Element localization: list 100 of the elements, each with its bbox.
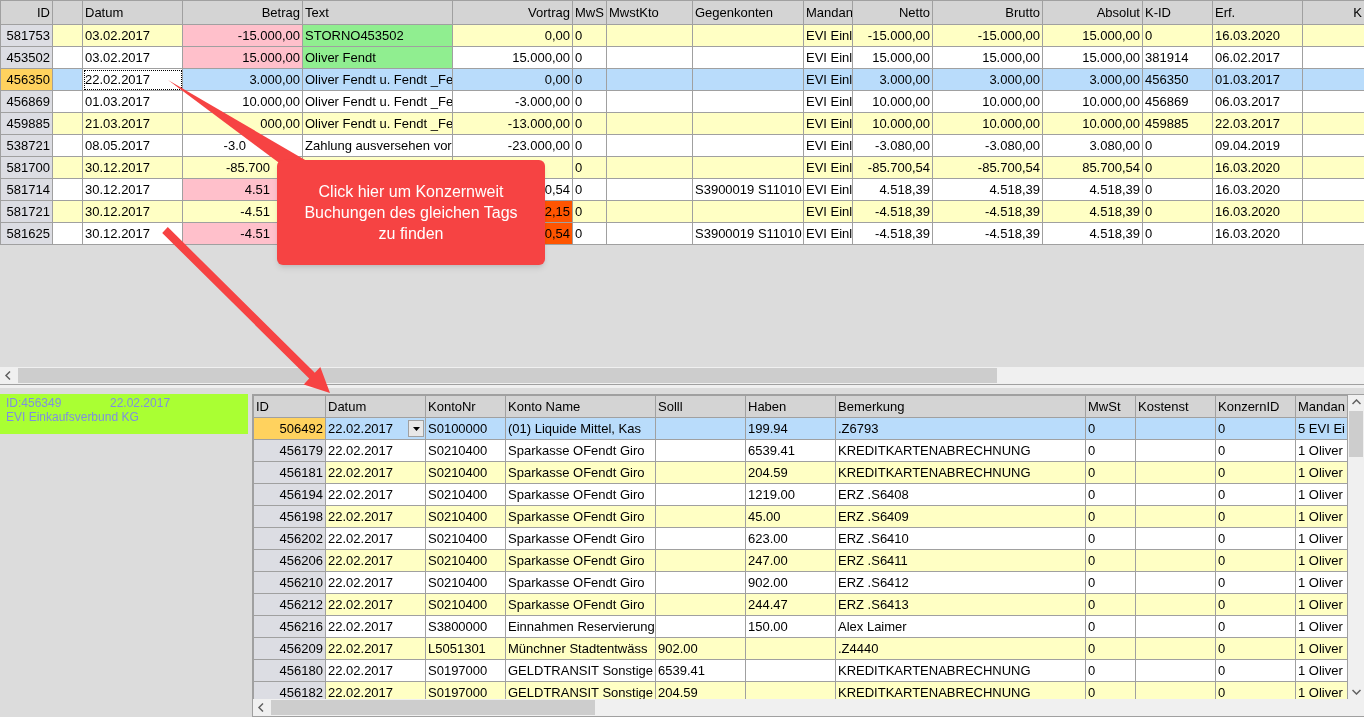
row-id-cell: 456216 <box>253 615 326 638</box>
row-id-cell: 581721 <box>0 200 53 223</box>
table-cell: Einnahmen Reservierung <box>505 615 656 638</box>
table-cell: ERZ .S6411 <box>835 549 1086 572</box>
table-row[interactable]: 456206 22.02.2017 S0210400 Sparkasse OFendt Giro 247.00 ERZ .S6411 0 0 1 Oliver <box>253 549 1348 572</box>
table-cell: Sparkasse OFendt Giro <box>505 571 656 594</box>
row-id-cell: 581625 <box>0 222 53 245</box>
row-id-cell: 456198 <box>253 505 326 528</box>
column-header[interactable]: MwSt <box>1085 395 1136 418</box>
table-row[interactable]: 456181 22.02.2017 S0210400 Sparkasse OFendt Giro 204.59 KREDITKARTENABRECHNUNG 0 0 1 Oliver <box>253 461 1348 484</box>
table-cell: Sparkasse OFendt Giro <box>505 549 656 572</box>
company-name: EVI Einkaufsverbund KG <box>6 410 140 424</box>
column-header[interactable]: Bemerkung <box>835 395 1086 418</box>
table-cell: ERZ .S6408 <box>835 483 1086 506</box>
column-header[interactable]: KonzernID <box>1215 395 1296 418</box>
column-header[interactable]: Kostenst <box>1135 395 1216 418</box>
scroll-up-icon[interactable] <box>1352 399 1361 405</box>
table-cell: Sparkasse OFendt Giro <box>505 527 656 550</box>
row-id-cell: 456209 <box>253 637 326 660</box>
table-row[interactable]: 456179 22.02.2017 S0210400 Sparkasse OFendt Giro 6539.41 KREDITKARTENABRECHNUNG 0 0 1 Oliver <box>253 439 1348 462</box>
column-header[interactable]: MwstKto <box>606 0 693 25</box>
table-cell: (01) Liquide Mittel, Kas <box>505 417 656 440</box>
table-cell: Sparkasse OFendt Giro <box>505 593 656 616</box>
column-header[interactable]: Mandan <box>803 0 853 25</box>
table-row[interactable]: 456210 22.02.2017 S0210400 Sparkasse OFendt Giro 902.00 ERZ .S6412 0 0 1 Oliver <box>253 571 1348 594</box>
table-cell: KREDITKARTENABRECHNUNG <box>835 659 1086 682</box>
column-header[interactable]: Konto Name <box>505 395 656 418</box>
scrollbar-thumb[interactable] <box>1349 411 1363 457</box>
table-cell: Oliver Fendt <box>302 46 453 69</box>
column-header[interactable]: MwS <box>572 0 607 25</box>
table-cell: STORNO453502 <box>302 24 453 47</box>
table-row[interactable]: 456194 22.02.2017 S0210400 Sparkasse OFendt Giro 1219.00 ERZ .S6408 0 0 1 Oliver <box>253 483 1348 506</box>
record-date: 22.02.2017 <box>110 396 171 410</box>
column-header[interactable]: Vortrag <box>452 0 573 25</box>
row-id-cell: 506492 <box>253 417 326 440</box>
table-row[interactable]: 456209 22.02.2017 L5051301 Münchner Stadtentwäss 902.00 .Z4440 0 0 1 Oliver <box>253 637 1348 660</box>
table-cell: Sparkasse OFendt Giro <box>505 483 656 506</box>
row-id-cell: 456179 <box>253 439 326 462</box>
column-header[interactable]: KontoNr <box>425 395 506 418</box>
table-cell: KREDITKARTENABRECHNUNG <box>835 461 1086 484</box>
column-header[interactable]: Text <box>302 0 453 25</box>
column-header[interactable]: K <box>1302 0 1364 25</box>
column-header[interactable]: Erf. <box>1212 0 1303 25</box>
vertical-scrollbar[interactable] <box>1348 395 1364 699</box>
table-cell: Sparkasse OFendt Giro <box>505 461 656 484</box>
table-cell: Sparkasse OFendt Giro <box>505 505 656 528</box>
table-cell: ERZ .S6413 <box>835 593 1086 616</box>
column-header[interactable]: Haben <box>745 395 836 418</box>
record-id: ID:456349 <box>6 396 63 410</box>
table-cell: .Z4440 <box>835 637 1086 660</box>
row-id-cell: 581714 <box>0 178 53 201</box>
column-header[interactable]: Solll <box>655 395 746 418</box>
column-header[interactable]: Mandan <box>1295 395 1348 418</box>
scroll-down-icon[interactable] <box>1352 689 1361 695</box>
table-cell: Münchner Stadtentwäss <box>505 637 656 660</box>
scrollbar-thumb[interactable] <box>18 368 997 383</box>
table-row[interactable]: 456202 22.02.2017 S0210400 Sparkasse OFendt Giro 623.00 ERZ .S6410 0 0 1 Oliver <box>253 527 1348 550</box>
table-cell: ERZ .S6410 <box>835 527 1086 550</box>
scroll-left-icon[interactable] <box>257 703 265 712</box>
row-id-cell: 581753 <box>0 24 53 47</box>
table-row[interactable]: 456198 22.02.2017 S0210400 Sparkasse OFendt Giro 45.00 ERZ .S6409 0 0 1 Oliver <box>253 505 1348 528</box>
column-header[interactable]: K-ID <box>1142 0 1213 25</box>
table-row[interactable]: 456212 22.02.2017 S0210400 Sparkasse OFendt Giro 244.47 ERZ .S6413 0 0 1 Oliver <box>253 593 1348 616</box>
row-id-cell: 456350 <box>0 68 53 91</box>
scrollbar-thumb[interactable] <box>271 700 595 715</box>
row-id-cell: 581700 <box>0 156 53 179</box>
column-header[interactable]: Gegenkonten <box>692 0 804 25</box>
scroll-left-icon[interactable] <box>4 371 12 380</box>
column-header[interactable]: Datum <box>82 0 183 25</box>
column-header[interactable]: Datum <box>325 395 426 418</box>
row-id-cell: 459885 <box>0 112 53 135</box>
row-id-cell: 456202 <box>253 527 326 550</box>
row-id-cell: 456212 <box>253 593 326 616</box>
column-header[interactable]: Absolut <box>1042 0 1143 25</box>
row-id-cell: 456210 <box>253 571 326 594</box>
column-header[interactable]: ID <box>253 395 326 418</box>
row-id-cell: 456181 <box>253 461 326 484</box>
column-header[interactable]: ID <box>0 0 53 25</box>
column-header[interactable]: Betrag <box>182 0 303 25</box>
column-header[interactable]: Brutto <box>932 0 1043 25</box>
table-row[interactable]: 581753 03.02.2017 -15.000,00 STORNO453502 0,00 0 EVI Einl -15.000,00 -15.000,00 15.000,00 0 16.03.2020 <box>0 24 1364 47</box>
table-cell: Sparkasse OFendt Giro <box>505 439 656 462</box>
table-cell: ERZ .S6409 <box>835 505 1086 528</box>
table-cell: ERZ .S6412 <box>835 571 1086 594</box>
row-id-cell: 456206 <box>253 549 326 572</box>
table-cell: GELDTRANSIT Sonstige <box>505 659 656 682</box>
horizontal-scrollbar[interactable] <box>253 699 1364 716</box>
table-cell: Alex Laimer <box>835 615 1086 638</box>
table-row[interactable]: 456180 22.02.2017 S0197000 GELDTRANSIT Sonstige 6539.41 KREDITKARTENABRECHNUNG 0 0 1 Oliver <box>253 659 1348 682</box>
table-cell: Zahlung ausversehen vor <box>302 134 453 157</box>
row-id-cell: 456869 <box>0 90 53 113</box>
column-header[interactable]: Netto <box>852 0 933 25</box>
table-cell: .Z6793 <box>835 417 1086 440</box>
table-cell: KREDITKARTENABRECHNUNG <box>835 439 1086 462</box>
table-row[interactable]: 453502 03.02.2017 15.000,00 Oliver Fendt 15.000,00 0 EVI Einl 15.000,00 15.000,00 15.000,00 381914 06.02.2017 <box>0 46 1364 69</box>
horizontal-scrollbar[interactable] <box>0 367 1364 384</box>
row-id-cell: 538721 <box>0 134 53 157</box>
row-id-cell: 456194 <box>253 483 326 506</box>
table-row[interactable]: 456216 22.02.2017 S3800000 Einnahmen Reservierung 150.00 Alex Laimer 0 0 1 Oliver <box>253 615 1348 638</box>
row-id-cell: 456180 <box>253 659 326 682</box>
